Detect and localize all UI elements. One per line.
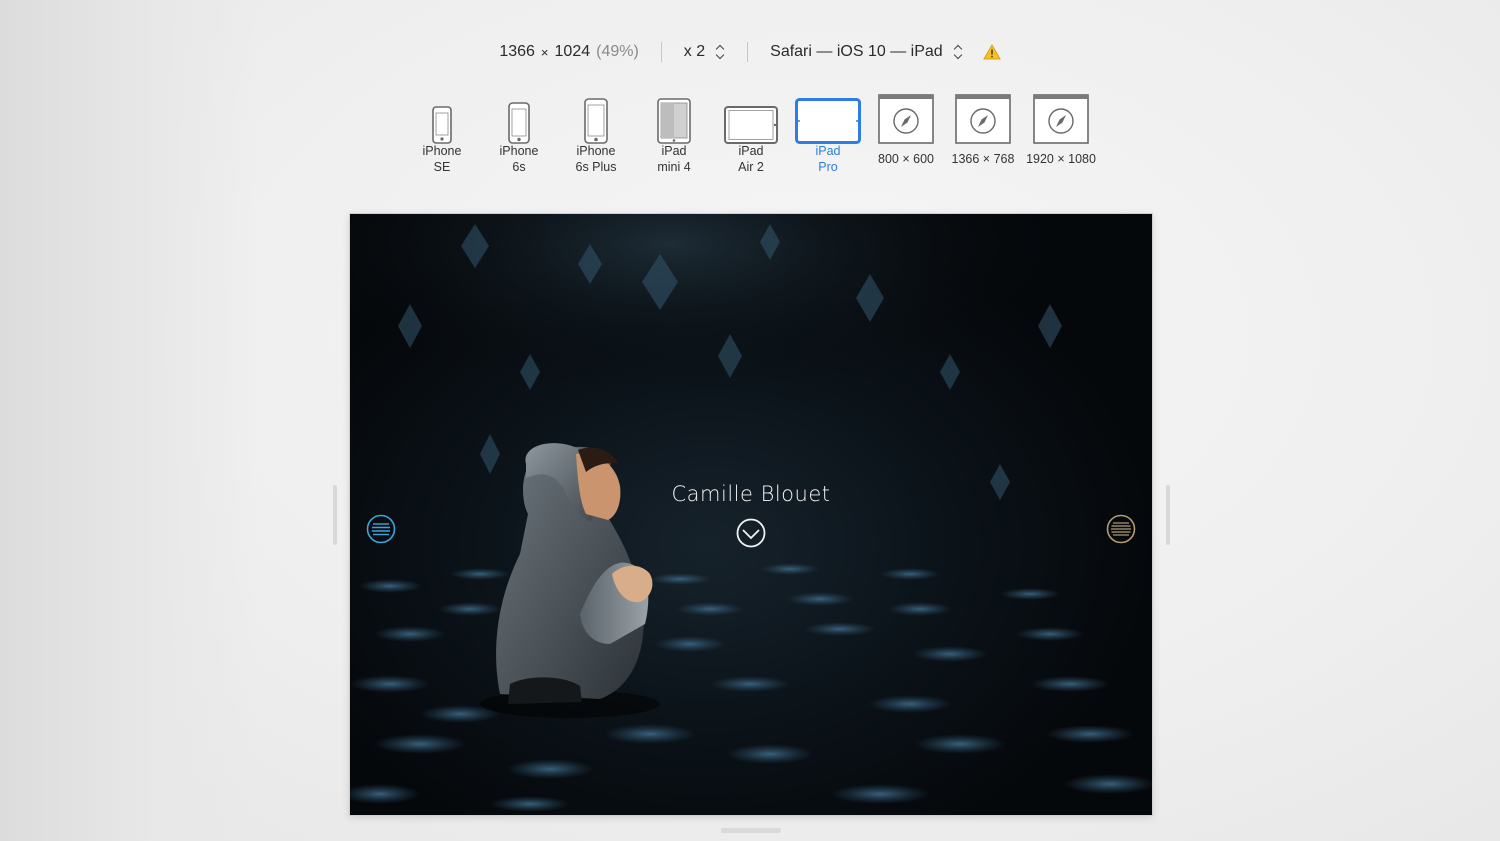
device-label: 800 × 600 — [878, 152, 934, 166]
ipad-mini-icon — [657, 98, 691, 144]
user-agent-value: Safari — iOS 10 — iPad — [770, 43, 943, 60]
phone-large-icon — [584, 98, 608, 144]
device-1366x768[interactable]: 1366 × 768 — [944, 90, 1022, 182]
phone-icon — [508, 102, 530, 144]
user-agent-select[interactable]: Safari — iOS 10 — iPad — [748, 43, 1023, 61]
pixel-ratio-select[interactable]: x 2 — [662, 43, 747, 61]
device-label-line1: iPad — [738, 144, 764, 158]
device-label-line1: iPad — [815, 144, 841, 158]
device-label-line2: Air 2 — [738, 159, 764, 174]
icon-box — [635, 90, 713, 144]
viewport-height: 1024 — [554, 43, 591, 60]
background-blur — [0, 0, 260, 841]
icon-box — [944, 90, 1022, 144]
scale-percent: (49%) — [596, 43, 639, 60]
chevron-down-circle-icon[interactable] — [736, 518, 766, 548]
icon-box — [557, 90, 635, 144]
hero-photo — [350, 214, 1152, 815]
device-label-line2: Pro — [818, 159, 838, 174]
chevron-updown-icon — [953, 44, 963, 60]
viewport-width: 1366 — [499, 43, 535, 60]
device-label-line1: iPhone — [422, 144, 462, 158]
menu-right-icon[interactable] — [1106, 514, 1136, 544]
browser-window-icon — [955, 94, 1011, 144]
menu-left-icon[interactable] — [366, 514, 396, 544]
times-sign: × — [540, 44, 549, 60]
device-iphone-6s[interactable]: iPhone 6s — [480, 90, 558, 182]
icon-box — [867, 90, 945, 144]
icon-box — [1022, 90, 1100, 144]
site-title: Camille Blouet — [671, 482, 831, 506]
icon-box — [480, 90, 558, 144]
browser-window-icon — [878, 94, 934, 144]
phone-small-icon — [432, 106, 452, 144]
device-viewport[interactable]: Camille Blouet — [350, 214, 1152, 815]
device-1920x1080[interactable]: 1920 × 1080 — [1022, 90, 1100, 182]
responsive-info-bar: 1366 × 1024 (49%) x 2 Safari — iOS 10 — … — [0, 40, 1500, 64]
device-label: 1366 × 768 — [951, 152, 1015, 166]
device-label-line2: SE — [433, 159, 451, 174]
chevron-updown-icon — [715, 44, 725, 60]
device-ipad-mini-4[interactable]: iPad mini 4 — [635, 90, 713, 182]
icon-box — [712, 90, 790, 144]
device-label-line2: 6s Plus — [575, 159, 617, 174]
resize-handle-left[interactable] — [333, 485, 337, 545]
device-label-line2: 6s — [512, 159, 526, 174]
device-preset-toolbar: iPhone SE iPhone 6s iPhone 6s Plus iPad … — [403, 90, 1103, 182]
device-ipad-air-2[interactable]: iPad Air 2 — [712, 90, 790, 182]
device-label-line1: iPhone — [499, 144, 539, 158]
device-label-line1: iPhone — [576, 144, 616, 158]
device-iphone-se[interactable]: iPhone SE — [403, 90, 481, 182]
ipad-pro-icon — [795, 98, 861, 144]
device-ipad-pro[interactable]: iPad Pro — [789, 90, 867, 182]
icon-box — [403, 90, 481, 144]
device-label-line1: iPad — [661, 144, 687, 158]
resize-handle-bottom[interactable] — [721, 828, 781, 833]
browser-window-icon — [1033, 94, 1089, 144]
pixel-ratio-value: x 2 — [683, 43, 706, 60]
device-label-line2: mini 4 — [657, 159, 691, 174]
dimensions-readout[interactable]: 1366 × 1024 (49%) — [477, 43, 660, 61]
device-iphone-6s-plus[interactable]: iPhone 6s Plus — [557, 90, 635, 182]
device-label: 1920 × 1080 — [1026, 152, 1096, 166]
warning-triangle-icon[interactable] — [982, 44, 1001, 60]
icon-box — [789, 90, 867, 144]
resize-handle-right[interactable] — [1166, 485, 1170, 545]
device-800x600[interactable]: 800 × 600 — [867, 90, 945, 182]
ipad-landscape-icon — [724, 106, 778, 144]
